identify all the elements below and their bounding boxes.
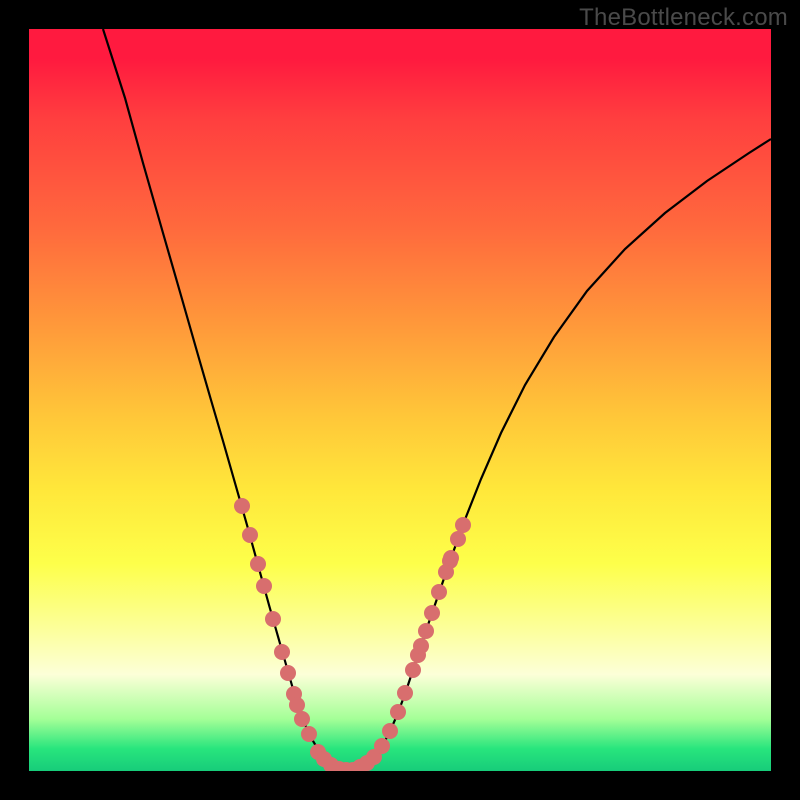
right-dots-point [443,550,459,566]
right-dots-point [424,605,440,621]
bottleneck-curve [103,29,771,770]
right-dots-point [405,662,421,678]
left-dots-point [274,644,290,660]
left-dots-point [250,556,266,572]
left-dots-point [289,697,305,713]
chart-stage: TheBottleneck.com [0,0,800,800]
plot-area [29,29,771,771]
left-dots-point [256,578,272,594]
curve-svg [29,29,771,771]
dots-left [234,498,310,727]
bottom-dots-point [390,704,406,720]
watermark-text: TheBottleneck.com [579,4,788,32]
left-dots-point [234,498,250,514]
right-dots-point [450,531,466,547]
bottom-dots-point [382,723,398,739]
bottom-dots-point [397,685,413,701]
right-dots-point [418,623,434,639]
left-dots-point [294,711,310,727]
bottom-dots-point [374,738,390,754]
right-dots-point [413,638,429,654]
left-dots-point [280,665,296,681]
dots-right [405,517,471,678]
left-dots-point [265,611,281,627]
left-dots-point [242,527,258,543]
dots-bottom [301,685,413,771]
right-dots-point [431,584,447,600]
right-dots-point [455,517,471,533]
bottom-dots-point [301,726,317,742]
